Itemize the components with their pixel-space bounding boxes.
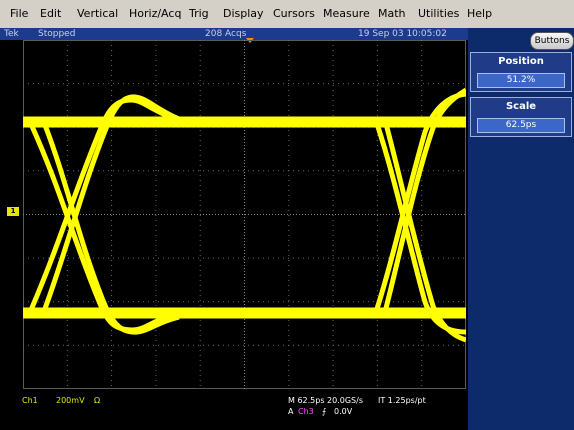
status-bar: Tek Stopped 208 Acqs 19 Sep 03 10:05:02 [0, 28, 468, 40]
buttons-button[interactable]: Buttons [530, 32, 574, 50]
trigger-source[interactable]: Ch3 [298, 407, 314, 416]
readout-area: Ch1 200mV Ω M 62.5ps 20.0GS/s IT 1.25ps/… [0, 389, 468, 430]
trigger-prefix: A [288, 407, 294, 416]
menu-help[interactable]: Help [467, 0, 492, 28]
menu-vertical[interactable]: Vertical [77, 0, 118, 28]
input-impedance: Ω [94, 396, 101, 405]
scale-value[interactable]: 62.5ps [477, 118, 565, 133]
interpolation-readout: IT 1.25ps/pt [378, 396, 426, 405]
menu-edit[interactable]: Edit [40, 0, 61, 28]
menu-trig[interactable]: Trig [189, 0, 209, 28]
position-label: Position [498, 56, 544, 67]
trigger-level[interactable]: 0.0V [334, 407, 352, 416]
brand-label: Tek [4, 29, 19, 39]
acquisition-state: Stopped [38, 29, 76, 39]
trigger-slope-icon: ⨍ [322, 407, 327, 416]
menu-display[interactable]: Display [223, 0, 264, 28]
position-value[interactable]: 51.2% [477, 73, 565, 88]
volts-per-div[interactable]: 200mV [56, 396, 85, 405]
ch1-ground-marker[interactable]: 1 [7, 207, 19, 216]
menu-cursors[interactable]: Cursors [273, 0, 315, 28]
menu-measure[interactable]: Measure [323, 0, 370, 28]
control-panel: Buttons Position 51.2% Scale 62.5ps [468, 28, 574, 430]
horizontal-readout[interactable]: M 62.5ps 20.0GS/s [288, 396, 363, 405]
graticule-grid [23, 40, 466, 389]
panel-footer [468, 389, 574, 430]
acquisition-count: 208 Acqs [205, 29, 247, 39]
menu-horiz-acq[interactable]: Horiz/Acq [129, 0, 181, 28]
waveform-display [23, 40, 466, 389]
scale-label: Scale [505, 101, 537, 112]
date-time: 19 Sep 03 10:05:02 [358, 29, 447, 39]
menu-math[interactable]: Math [378, 0, 406, 28]
menu-utilities[interactable]: Utilities [418, 0, 459, 28]
menu-bar: File Edit Vertical Horiz/Acq Trig Displa… [0, 0, 574, 29]
position-control[interactable]: Position 51.2% [470, 52, 572, 92]
channel-label[interactable]: Ch1 [22, 396, 38, 405]
menu-file[interactable]: File [10, 0, 28, 28]
scale-control[interactable]: Scale 62.5ps [470, 97, 572, 137]
